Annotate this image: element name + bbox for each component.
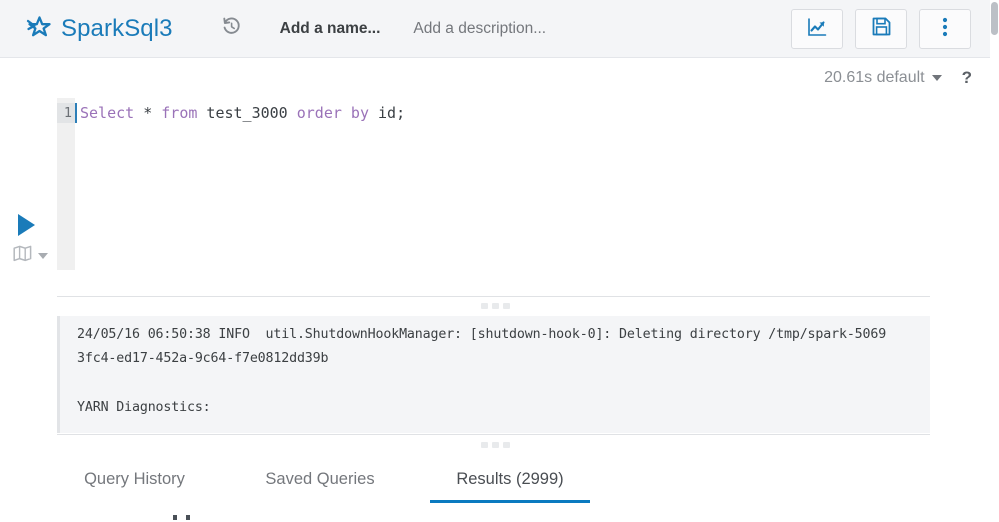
sql-editor-region: 1 Select * from test_3000 order by id; [0, 98, 990, 270]
log-line: 24/05/16 06:50:38 INFO util.ShutdownHook… [77, 327, 887, 342]
chevron-down-icon[interactable] [38, 253, 48, 259]
log-line: 3fc4-ed17-452a-9c64-f7e0812dd39b [77, 351, 329, 366]
line-number: 1 [63, 105, 72, 121]
sql-token-table-name: test_3000 [197, 104, 297, 122]
chart-view-button[interactable] [791, 9, 843, 49]
drag-dots-icon [491, 303, 499, 309]
bottom-tab-bar: Query History Saved Queries Results (299… [57, 455, 930, 505]
drag-dots-icon [491, 442, 499, 448]
tab-results[interactable]: Results (2999) [430, 455, 590, 503]
active-tab-indicator [430, 500, 590, 503]
editor-left-rail [0, 98, 57, 270]
drag-dots-icon [502, 303, 510, 309]
sql-token-keyword: from [161, 104, 198, 122]
sql-token-keyword: order by [296, 104, 369, 122]
chevron-down-icon[interactable] [931, 75, 942, 81]
log-output-panel[interactable]: 24/05/16 06:50:38 INFO util.ShutdownHook… [57, 316, 930, 433]
peek-dot [186, 515, 190, 520]
results-content-peek [173, 515, 190, 520]
app-header: SparkSql3 Add a name... Add a descriptio… [0, 0, 990, 58]
book-map-icon [13, 245, 32, 267]
drag-dots-icon [502, 442, 510, 448]
tab-saved-queries[interactable]: Saved Queries [230, 455, 410, 503]
line-chart-icon [806, 16, 828, 43]
drag-dots-icon [480, 442, 488, 448]
log-panel-bottom-drag-handle[interactable] [0, 438, 990, 452]
peek-dot [173, 515, 177, 520]
drag-dots-icon [480, 303, 488, 309]
editor-log-divider [57, 296, 930, 297]
help-button[interactable]: ? [962, 68, 972, 88]
header-action-buttons [791, 9, 971, 49]
log-line: YARN Diagnostics: [77, 400, 211, 415]
sql-token-keyword: Select [80, 104, 135, 122]
sql-token-column-name: id; [369, 104, 406, 122]
query-name-input[interactable]: Add a name... [280, 20, 381, 38]
page-scrollbar-thumb[interactable] [991, 2, 998, 35]
log-tabs-divider [57, 434, 930, 435]
sql-token-punctuation: * [134, 104, 162, 122]
vertical-dots-icon [942, 16, 948, 43]
tab-label: Saved Queries [265, 469, 375, 488]
app-title: SparkSql3 [61, 14, 173, 42]
tab-label: Query History [84, 469, 185, 488]
query-description-input[interactable]: Add a description... [413, 20, 546, 38]
history-revert-icon [221, 16, 242, 42]
sql-code-line[interactable]: Select * from test_3000 order by id; [80, 103, 405, 124]
editor-gutter: 1 [57, 98, 75, 270]
page-scrollbar-track[interactable] [990, 0, 999, 522]
duration-database-label[interactable]: 20.61s default [824, 69, 925, 87]
tab-query-history[interactable]: Query History [57, 455, 212, 503]
query-meta-bar: 20.61s default ? [0, 58, 990, 98]
floppy-save-icon [871, 16, 892, 42]
play-run-icon[interactable] [18, 214, 35, 236]
save-button[interactable] [855, 9, 907, 49]
sparksql-editor-app: SparkSql3 Add a name... Add a descriptio… [0, 0, 999, 522]
more-options-button[interactable] [919, 9, 971, 49]
app-logo[interactable]: SparkSql3 [26, 15, 173, 43]
database-selector-button[interactable] [13, 245, 48, 267]
spark-star-icon [26, 15, 52, 42]
log-panel-top-drag-handle[interactable] [0, 299, 990, 313]
tab-label: Results (2999) [456, 469, 564, 488]
history-revert-button[interactable] [217, 14, 247, 44]
editor-cursor [75, 103, 77, 123]
